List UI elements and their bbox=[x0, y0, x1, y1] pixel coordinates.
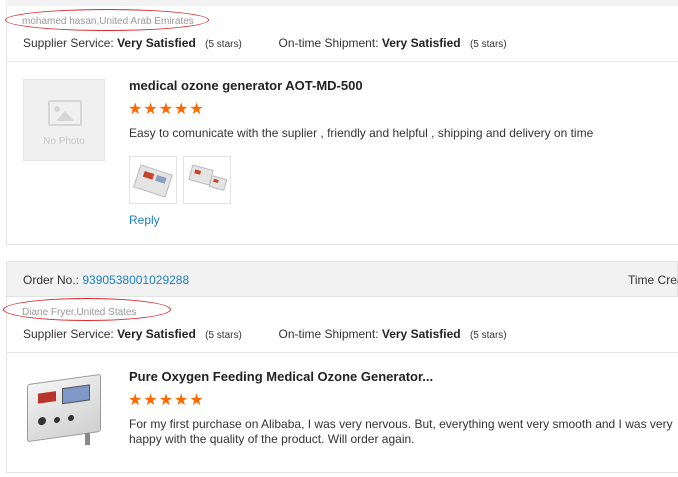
device-panel bbox=[155, 174, 167, 184]
outlet-nozzle bbox=[85, 433, 90, 445]
rating-stars: ★★★★★ bbox=[128, 392, 205, 409]
supplier-service-value: Very Satisfied bbox=[117, 327, 196, 341]
knob bbox=[38, 416, 46, 426]
shipment-label: On-time Shipment: bbox=[278, 36, 379, 50]
device-display bbox=[38, 391, 56, 404]
product-image[interactable] bbox=[23, 369, 105, 451]
device-screen bbox=[62, 384, 90, 405]
supplier-service-stars: (5 stars) bbox=[205, 39, 242, 50]
ozone-generator-icon bbox=[27, 373, 101, 443]
order-number-row: Order No.: 9390538001029288 bbox=[23, 273, 189, 287]
device-display bbox=[213, 178, 219, 183]
time-created-label: Time Crea bbox=[628, 273, 678, 287]
review-photo-thumbnail-2[interactable] bbox=[183, 156, 231, 204]
product-image-placeholder: No Photo bbox=[23, 79, 105, 161]
product-title[interactable]: medical ozone generator AOT-MD-500 bbox=[129, 78, 363, 93]
rating-summary: Supplier Service: Very Satisfied (5 star… bbox=[23, 36, 507, 50]
annotation-oval bbox=[3, 298, 171, 321]
knob bbox=[68, 414, 74, 422]
shipment-value: Very Satisfied bbox=[381, 327, 461, 341]
image-placeholder-icon bbox=[48, 100, 82, 126]
no-photo-label: No Photo bbox=[43, 136, 85, 147]
divider bbox=[6, 61, 678, 62]
knob bbox=[54, 416, 60, 424]
supplier-service-stars: (5 stars) bbox=[205, 330, 242, 341]
review-comment: Easy to comunicate with the suplier , fr… bbox=[129, 126, 594, 140]
review-comment-line-1: For my first purchase on Alibaba, I was … bbox=[129, 417, 673, 431]
order-number-link[interactable]: 9390538001029288 bbox=[82, 273, 189, 287]
order-number-label: Order No.: bbox=[23, 273, 80, 287]
reply-link[interactable]: Reply bbox=[129, 213, 160, 227]
annotation-oval bbox=[5, 9, 209, 31]
shipment-value: Very Satisfied bbox=[381, 36, 461, 50]
review-photo-thumbnail-1[interactable] bbox=[129, 156, 177, 204]
product-title[interactable]: Pure Oxygen Feeding Medical Ozone Genera… bbox=[129, 369, 433, 384]
review-comment-line-2: happy with the quality of the product. W… bbox=[129, 432, 415, 446]
shipment-stars: (5 stars) bbox=[469, 330, 507, 341]
device-display bbox=[142, 170, 155, 180]
supplier-service-label: Supplier Service: bbox=[23, 327, 114, 341]
review-card-1-top-strip bbox=[6, 0, 678, 6]
device-image bbox=[208, 175, 228, 191]
shipment-label: On-time Shipment: bbox=[278, 327, 379, 341]
supplier-service-label: Supplier Service: bbox=[23, 36, 114, 50]
rating-summary: Supplier Service: Very Satisfied (5 star… bbox=[23, 327, 507, 341]
supplier-service-value: Very Satisfied bbox=[117, 36, 196, 50]
device-image bbox=[133, 164, 173, 198]
shipment-stars: (5 stars) bbox=[469, 39, 507, 50]
divider bbox=[6, 352, 678, 353]
rating-stars: ★★★★★ bbox=[128, 101, 205, 118]
device-display bbox=[194, 169, 202, 175]
